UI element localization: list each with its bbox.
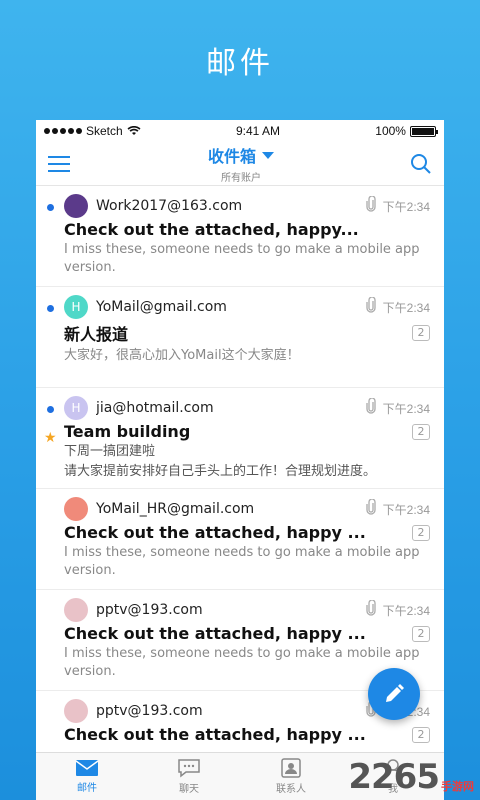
watermark-text: 手游网: [441, 780, 474, 793]
chevron-down-icon: [262, 151, 274, 159]
tab-mail[interactable]: 邮件: [36, 753, 138, 800]
mail-sender: jia@hotmail.com: [96, 400, 214, 416]
thread-count-badge: 2: [412, 325, 430, 341]
mailbox-selector[interactable]: 收件箱 所有账户: [208, 143, 274, 184]
mail-preview: 请大家提前安排好自己手头上的工作！合理规划进度。: [64, 464, 377, 479]
contacts-icon: [281, 758, 301, 778]
mail-sender: pptv@193.com: [96, 703, 203, 719]
star-icon[interactable]: ★: [44, 430, 57, 446]
mail-preview: 大家好，很高心加入YoMail这个大家庭！: [64, 348, 300, 363]
tab-label: 邮件: [77, 783, 97, 794]
mail-subject: 新人报道: [64, 325, 129, 344]
mail-sender: YoMail@gmail.com: [96, 299, 227, 315]
avatar: [64, 598, 88, 622]
attachment-icon: [365, 498, 377, 519]
banner-title: 邮件: [206, 46, 274, 81]
attachment-icon: [365, 599, 377, 620]
thread-count-badge: 2: [412, 625, 430, 642]
avatar: [64, 497, 88, 521]
thread-count-badge: 2: [412, 423, 430, 440]
tab-label: 聊天: [179, 784, 199, 795]
avatar: [64, 699, 88, 723]
menu-icon[interactable]: [48, 155, 72, 173]
tab-chat[interactable]: 聊天: [138, 753, 240, 800]
nav-subtitle: 所有账户: [220, 173, 261, 184]
attachment-icon: [365, 296, 377, 317]
avatar: H: [64, 396, 88, 420]
unread-dot: [47, 305, 54, 312]
signal-icon: [44, 128, 82, 134]
tab-contacts[interactable]: 联系人: [240, 753, 342, 800]
mail-subject: Check out the attached, happy ...: [64, 725, 366, 744]
nav-bar: 收件箱 所有账户: [36, 142, 444, 186]
mail-sender: Work2017@163.com: [96, 198, 243, 214]
watermark-number: 2265: [348, 757, 440, 797]
mail-preview: I miss these, someone needs to go make a…: [64, 545, 420, 578]
compose-button[interactable]: [368, 668, 420, 720]
mail-icon: [75, 760, 99, 776]
mail-item[interactable]: ★ Hjia@hotmail.com 下午2:34 Team building 2 下周一…: [36, 388, 444, 489]
mail-item[interactable]: H YoMail@gmail.com 下午2:34 新人报道 2 大家好，很高心加入YoM…: [36, 287, 444, 388]
clock: 9:41 AM: [235, 124, 280, 138]
status-bar: Sketch 9:41 AM 100%: [36, 120, 444, 142]
chat-icon: [178, 759, 200, 778]
mail-subject: Check out the attached, happy ...: [64, 523, 366, 542]
battery-percent: 100%: [375, 124, 406, 138]
mail-sender: YoMail_HR@gmail.com: [96, 501, 255, 517]
thread-count-badge: 2: [412, 524, 430, 541]
mail-item[interactable]: YoMail_HR@gmail.com 下午2:34 Check out the a…: [36, 489, 444, 590]
tab-label: 联系人: [276, 784, 306, 795]
mail-time: 下午2:34: [382, 300, 430, 315]
unread-dot: [47, 406, 54, 413]
attachment-icon: [365, 397, 377, 418]
watermark-logo: 2265 手游网: [348, 760, 474, 794]
thread-count-badge: 2: [412, 726, 430, 743]
mail-time: 下午2:34: [382, 603, 430, 618]
avatar: [64, 194, 88, 218]
search-icon[interactable]: [410, 153, 432, 175]
pencil-icon: [386, 684, 404, 702]
carrier-label: Sketch: [86, 124, 123, 138]
attachment-icon: [365, 195, 377, 216]
battery-icon: [409, 125, 438, 137]
mail-time: 下午2:34: [382, 401, 430, 416]
mail-preview-line: 下周一搞团建啦: [64, 444, 156, 459]
mail-preview: I miss these, someone needs to go make a…: [64, 242, 420, 275]
avatar: H: [64, 295, 88, 319]
mail-subject: Team building: [64, 422, 191, 441]
mail-time: 下午2:34: [382, 502, 430, 517]
mail-sender: pptv@193.com: [96, 602, 203, 618]
mail-item[interactable]: Work2017@163.com 下午2:34 Check out the atta…: [36, 186, 444, 287]
unread-dot: [47, 204, 54, 211]
phone-screen: Sketch 9:41 AM 100% 收件箱 所有账户 Work2017@16…: [36, 120, 444, 800]
nav-title: 收件箱: [207, 147, 256, 166]
mail-subject: Check out the attached, happy ...: [64, 624, 366, 643]
mail-time: 下午2:34: [382, 199, 430, 214]
wifi-icon: [127, 126, 141, 135]
mail-subject: Check out the attached, happy...: [64, 220, 359, 239]
